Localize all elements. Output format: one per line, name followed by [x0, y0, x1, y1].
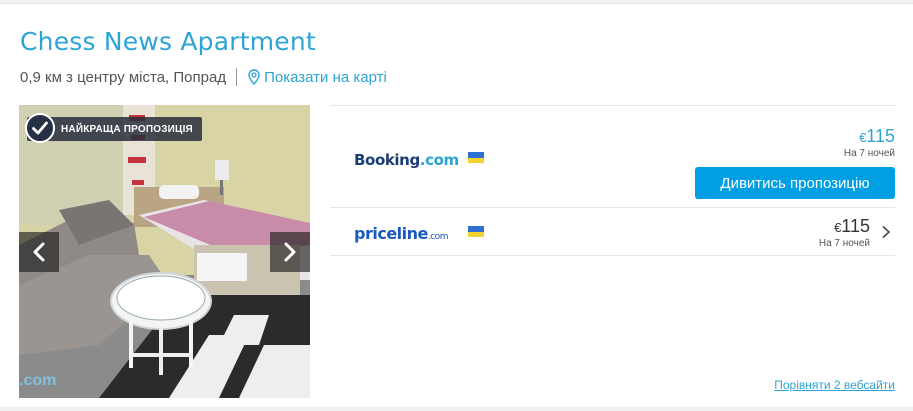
- show-on-map-link[interactable]: Показати на карті: [248, 69, 387, 86]
- chevron-left-icon: [33, 242, 45, 262]
- booking-price-block: €115 На 7 ночей: [844, 126, 895, 159]
- compare-sites-link[interactable]: Порівняти 2 вебсайти: [774, 378, 895, 392]
- hotel-distance: 0,9 км з центру міста, Попрад: [20, 68, 227, 86]
- next-photo-button[interactable]: [270, 232, 310, 272]
- priceline-logo: priceline.com: [354, 224, 448, 243]
- room-photo-illustration: [19, 105, 310, 398]
- best-offer-badge: НАЙКРАЩА ПРОПОЗИЦІЯ: [25, 113, 202, 143]
- view-deal-button[interactable]: Дивитись пропозицію: [695, 167, 895, 199]
- chevron-right-icon: [284, 242, 296, 262]
- offer-row-booking[interactable]: Booking.com €115 На 7 ночей Дивитись про…: [330, 105, 895, 207]
- best-offer-label: НАЙКРАЩА ПРОПОЗИЦІЯ: [61, 123, 193, 135]
- booking-price: €115: [859, 126, 895, 146]
- offers-list: Booking.com €115 На 7 ночей Дивитись про…: [330, 105, 895, 256]
- booking-logo: Booking.com: [354, 151, 459, 169]
- flag-icon: [468, 152, 484, 163]
- priceline-nights: На 7 ночей: [818, 238, 870, 249]
- photo-watermark: .com: [19, 372, 57, 389]
- hotel-photo[interactable]: НАЙКРАЩА ПРОПОЗИЦІЯ .com: [19, 105, 310, 398]
- divider: [236, 68, 238, 86]
- hotel-card: Chess News Apartment 0,9 км з центру міс…: [0, 3, 913, 407]
- chevron-right-icon[interactable]: [881, 225, 891, 239]
- map-pin-icon: [248, 69, 260, 85]
- hotel-location-line: 0,9 км з центру міста, Попрад Показати н…: [20, 68, 387, 86]
- priceline-price-block: €115 На 7 ночей: [819, 216, 870, 249]
- booking-nights: На 7 ночей: [843, 148, 895, 159]
- hotel-title[interactable]: Chess News Apartment: [20, 27, 316, 56]
- priceline-price: €115: [834, 216, 870, 236]
- offer-row-priceline[interactable]: priceline.com €115 На 7 ночей: [330, 207, 895, 256]
- checkmark-icon: [25, 113, 55, 143]
- show-on-map-label: Показати на карті: [264, 68, 387, 86]
- previous-photo-button[interactable]: [19, 232, 59, 272]
- flag-icon: [468, 226, 484, 237]
